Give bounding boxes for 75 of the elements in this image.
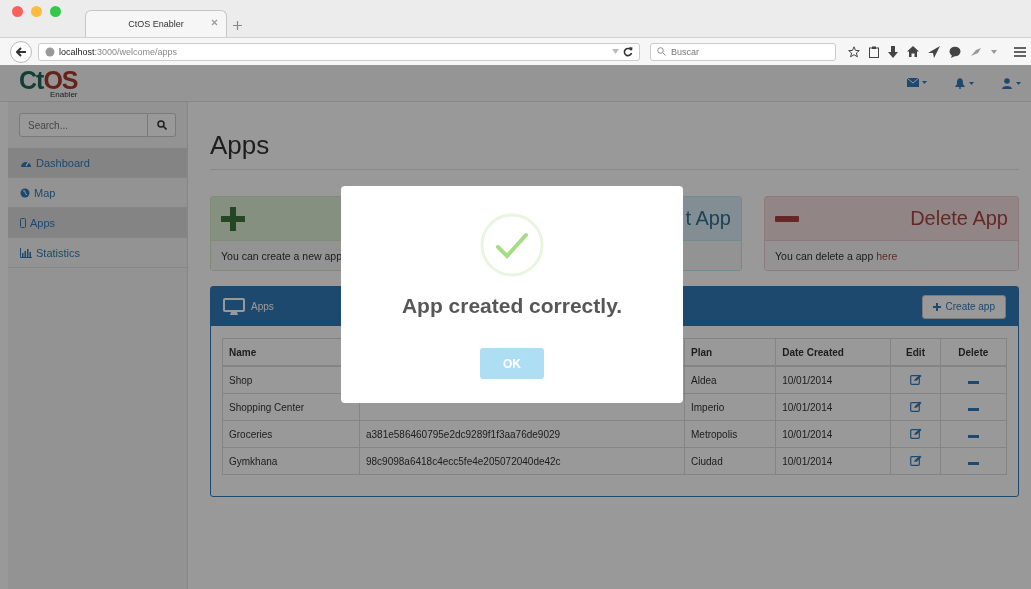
close-icon[interactable] (211, 19, 218, 26)
user-icon[interactable] (1002, 77, 1021, 89)
download-icon[interactable] (888, 45, 898, 58)
column-header: Delete (940, 338, 1007, 366)
column-header: Date Created (775, 338, 891, 366)
reload-icon[interactable] (623, 46, 633, 57)
minus-icon[interactable] (967, 380, 979, 384)
search-button[interactable] (148, 113, 176, 137)
edit-icon[interactable] (909, 373, 922, 385)
close-window-button[interactable] (12, 6, 23, 17)
panel-text: You can delete a app here (775, 249, 898, 262)
panel-title: Delete App (910, 207, 1008, 230)
back-arrow-icon (15, 46, 27, 57)
maximize-window-button[interactable] (50, 6, 61, 17)
star-icon[interactable] (848, 45, 860, 58)
table-cell: Imperio (684, 393, 776, 421)
sidebar-item[interactable]: Statistics (8, 238, 187, 268)
dropdown-icon[interactable] (612, 49, 619, 54)
minus-icon[interactable] (967, 407, 979, 411)
search-icon (657, 47, 666, 56)
minus-icon (775, 215, 799, 222)
column-header: Edit (890, 338, 941, 366)
panel-title: Apps (251, 301, 274, 312)
menu-icon[interactable] (1014, 46, 1026, 57)
dropdown-icon[interactable] (991, 49, 997, 54)
page-title: Apps (210, 130, 1019, 170)
new-tab-icon[interactable] (233, 21, 242, 30)
table-cell: Gymkhana (222, 447, 360, 475)
table-cell: 10/01/2014 (775, 447, 891, 475)
sidebar-item[interactable]: Apps (8, 208, 187, 238)
table-cell: Ciudad (684, 447, 776, 475)
search-icon (156, 120, 167, 130)
monitor-icon (223, 297, 245, 316)
table-cell: 10/01/2014 (775, 420, 891, 448)
chat-icon[interactable] (949, 45, 961, 58)
table-cell: a381e586460795e2dc9289f1f3aa76de9029 (366, 428, 561, 440)
table-cell: Aldea (684, 366, 776, 394)
edit-icon[interactable] (909, 454, 922, 466)
address-bar[interactable]: localhost:3000/welcome/apps (38, 42, 640, 61)
sidebar-item[interactable]: Dashboard (8, 148, 187, 178)
minus-icon[interactable] (967, 434, 979, 438)
clipboard-icon[interactable] (869, 45, 879, 58)
table-cell: Groceries (222, 420, 360, 448)
table-cell: 10/01/2014 (775, 366, 891, 394)
home-icon[interactable] (907, 46, 919, 57)
panel-text: You can create a new app (221, 249, 343, 262)
back-button[interactable] (10, 40, 32, 63)
table-cell: 98c9098a6418c4ecc5fe4e205072040de42c (366, 455, 561, 467)
column-header: Plan (684, 338, 776, 366)
logo-subtitle: Enabler (49, 90, 78, 99)
plus-icon (221, 206, 245, 231)
edit-icon[interactable] (909, 427, 922, 439)
search-placeholder: Buscar (671, 46, 699, 57)
envelope-icon[interactable] (907, 77, 927, 87)
here-link[interactable]: here (876, 249, 898, 262)
paper-plane-icon[interactable] (928, 45, 940, 58)
minus-icon[interactable] (967, 461, 979, 465)
url-text: localhost:3000/welcome/apps (59, 46, 178, 57)
browser-tab[interactable]: CtOS Enabler (85, 10, 227, 37)
bell-icon[interactable] (955, 77, 974, 89)
table-cell: Metropolis (684, 420, 776, 448)
search-field[interactable]: Search... (19, 113, 148, 137)
globe-icon (20, 187, 30, 198)
table-cell: 10/01/2014 (775, 393, 891, 421)
checkmark-icon (480, 213, 544, 277)
phone-icon (20, 217, 26, 228)
plus-icon (932, 302, 941, 311)
browser-search-field[interactable]: Buscar (650, 42, 836, 61)
panel-title: t App (685, 207, 731, 230)
dialog-title: App created correctly. (401, 294, 623, 318)
bar-chart-icon (20, 247, 32, 258)
edit-icon[interactable] (909, 400, 922, 412)
globe-icon (45, 46, 55, 57)
create-app-button[interactable]: Create app (921, 294, 1006, 319)
logo: CtOS (19, 67, 78, 93)
